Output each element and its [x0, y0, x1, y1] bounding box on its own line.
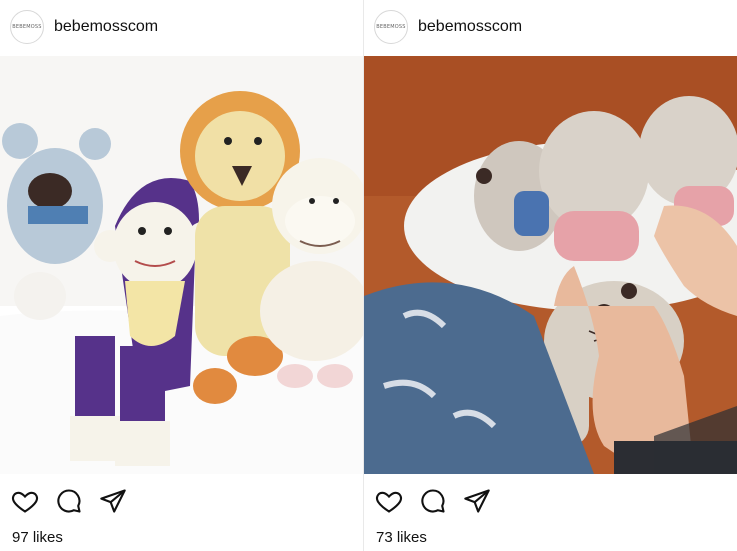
post-header: BEBEMOSS bebemosscom	[364, 0, 737, 54]
post-card-2: BEBEMOSS bebemosscom 73 likes	[364, 0, 737, 551]
comment-icon[interactable]	[418, 486, 448, 516]
share-icon[interactable]	[462, 486, 492, 516]
share-icon[interactable]	[98, 486, 128, 516]
post-header: BEBEMOSS bebemosscom	[0, 0, 363, 54]
username[interactable]: bebemosscom	[54, 18, 158, 36]
avatar[interactable]: BEBEMOSS	[10, 10, 44, 44]
post-photo[interactable]	[364, 56, 737, 474]
avatar-logo-text: BEBEMOSS	[376, 24, 406, 30]
likes-count[interactable]: 97 likes	[12, 529, 63, 546]
heart-icon[interactable]	[374, 486, 404, 516]
likes-count[interactable]: 73 likes	[376, 529, 427, 546]
post-card-1: BEBEMOSS bebemosscom 97 likes	[0, 0, 363, 551]
heart-icon[interactable]	[10, 486, 40, 516]
avatar[interactable]: BEBEMOSS	[374, 10, 408, 44]
post-photo[interactable]	[0, 56, 363, 474]
post-actions	[10, 486, 128, 516]
comment-icon[interactable]	[54, 486, 84, 516]
avatar-logo-text: BEBEMOSS	[12, 24, 42, 30]
username[interactable]: bebemosscom	[418, 18, 522, 36]
post-actions	[374, 486, 492, 516]
